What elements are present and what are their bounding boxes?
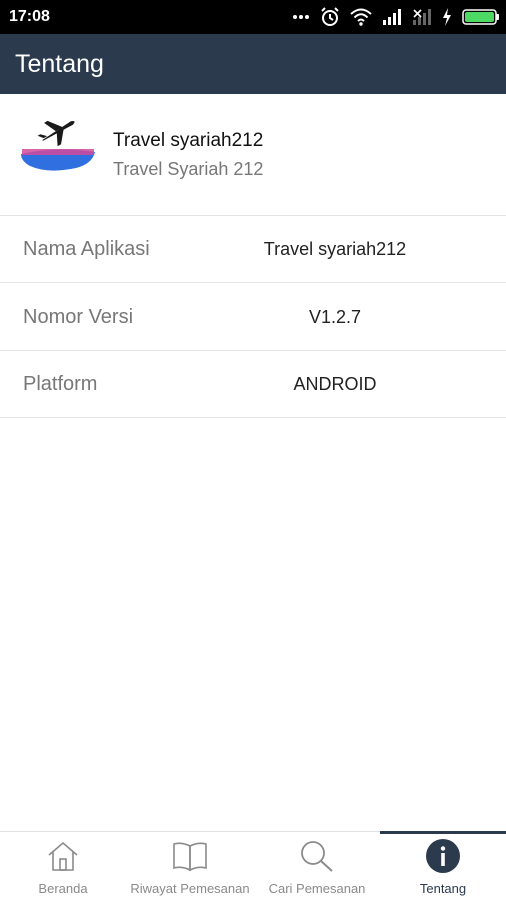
info-label: Platform — [23, 373, 98, 395]
info-row-platform: Platform ANDROID — [0, 351, 506, 418]
charging-icon — [442, 8, 452, 26]
info-row-version: Nomor Versi V1.2.7 — [0, 284, 506, 351]
wifi-icon — [350, 8, 372, 26]
bottom-nav: Beranda Riwayat Pemesanan Cari Pemesanan… — [0, 831, 506, 901]
more-dots-icon — [292, 14, 310, 20]
nav-item-beranda[interactable]: Beranda — [0, 832, 126, 901]
nav-item-cari-pemesanan[interactable]: Cari Pemesanan — [254, 832, 380, 901]
signal-off-icon — [412, 8, 432, 26]
status-icons — [292, 5, 500, 29]
nav-label: Cari Pemesanan — [268, 881, 366, 896]
nav-label: Beranda — [38, 881, 88, 896]
app-logo-icon — [18, 116, 98, 174]
info-value: V1.2.7 — [308, 307, 362, 327]
book-icon — [170, 839, 210, 873]
search-icon — [297, 839, 337, 873]
nav-label: Tentang — [419, 881, 467, 896]
info-label: Nama Aplikasi — [23, 238, 150, 260]
info-row-app-name: Nama Aplikasi Travel syariah212 — [0, 216, 506, 283]
app-bar: Tentang — [0, 34, 506, 94]
info-icon — [423, 839, 463, 873]
info-label: Nomor Versi — [23, 306, 134, 328]
nav-item-riwayat-pemesanan[interactable]: Riwayat Pemesanan — [126, 832, 254, 901]
page-title: Tentang — [15, 50, 104, 78]
app-name: Travel syariah212 — [113, 130, 264, 151]
info-value: Travel syariah212 — [263, 239, 407, 259]
battery-icon — [462, 9, 500, 25]
app-subtitle: Travel Syariah 212 — [113, 159, 264, 179]
app-info-header: Travel syariah212 Travel Syariah 212 — [0, 94, 506, 216]
home-icon — [43, 839, 83, 873]
signal-icon — [382, 8, 402, 26]
nav-label: Riwayat Pemesanan — [130, 881, 250, 896]
alarm-icon — [320, 7, 340, 27]
status-time: 17:08 — [9, 8, 50, 25]
nav-item-tentang[interactable]: Tentang — [380, 831, 506, 901]
info-value: ANDROID — [293, 374, 377, 394]
status-bar: 17:08 — [0, 0, 506, 34]
